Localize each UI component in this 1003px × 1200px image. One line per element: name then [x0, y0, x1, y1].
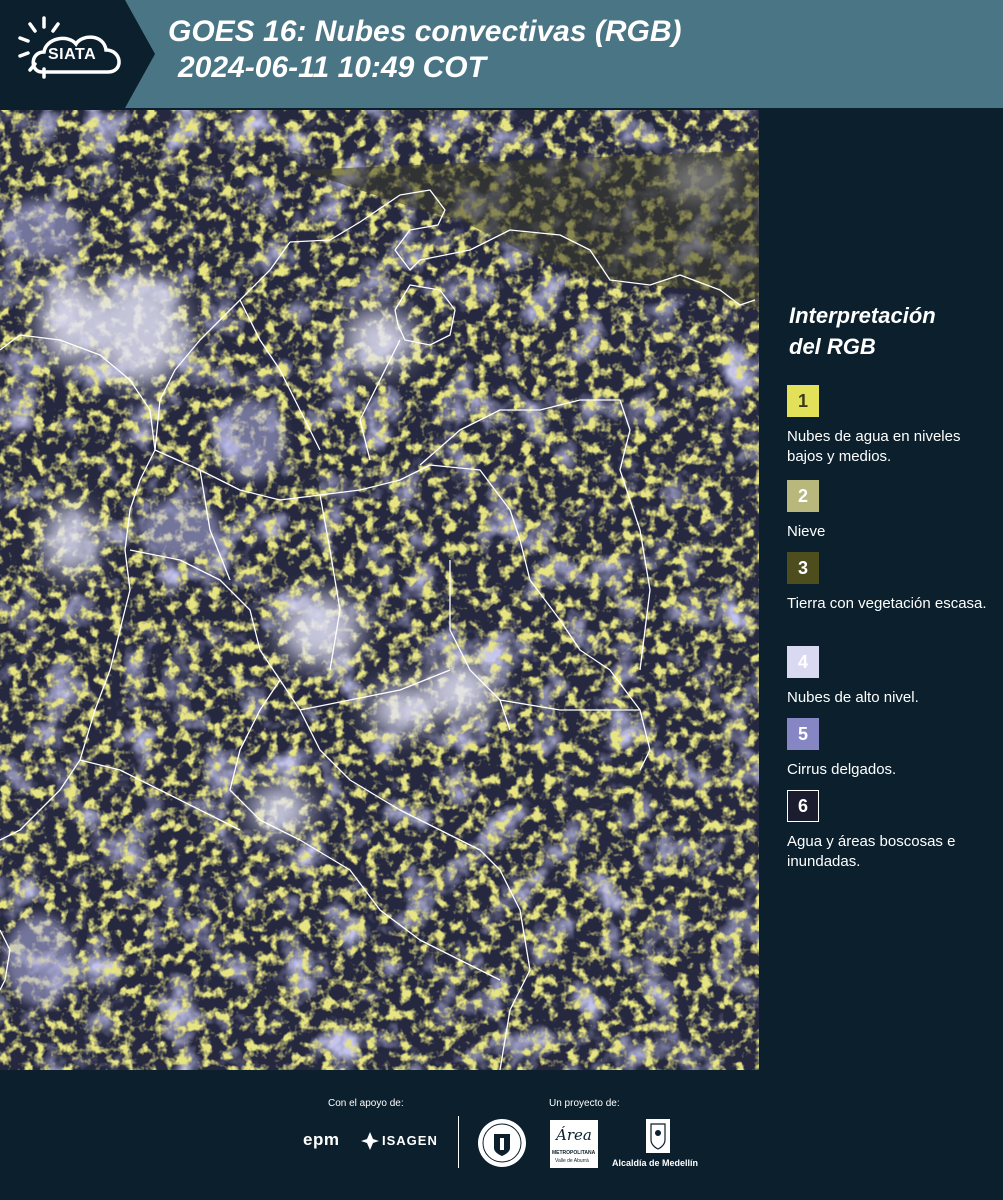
- area-metropolitana-logo: Área METROPOLITANA Valle de Aburrá: [550, 1120, 598, 1168]
- legend-swatch-6: 6: [787, 790, 819, 822]
- legend-panel: Interpretación del RGB 1 Nubes de agua e…: [759, 110, 1003, 1070]
- area-logo-sub1: METROPOLITANA: [552, 1150, 596, 1156]
- legend-swatch-2: 2: [787, 480, 819, 512]
- legend-swatch-3: 3: [787, 552, 819, 584]
- legend-label-4: Nubes de alto nivel.: [787, 689, 919, 706]
- title-timestamp: 2024-06-11 10:49 COT: [178, 51, 486, 84]
- legend-label-1: Nubes de agua en niveles bajos y medios.: [787, 428, 961, 465]
- isagen-icon: [361, 1132, 379, 1150]
- satellite-map[interactable]: [0, 110, 759, 1070]
- isagen-logo: ISAGEN: [382, 1133, 438, 1148]
- legend-item-5: 5 Cirrus delgados.: [787, 718, 987, 780]
- legend-swatch-5: 5: [787, 718, 819, 750]
- footer: Con el apoyo de: Un proyecto de: epm ISA…: [0, 1070, 1003, 1200]
- page-title: GOES 16: Nubes convectivas (RGB) 2024-06…: [168, 14, 682, 86]
- area-logo-sub2: Valle de Aburrá: [555, 1158, 589, 1164]
- legend-title: Interpretación del RGB: [789, 300, 989, 362]
- legend-title-line-2: del RGB: [789, 334, 876, 359]
- epm-logo: epm: [303, 1130, 340, 1149]
- legend-swatch-1: 1: [787, 385, 819, 417]
- satellite-image: [0, 110, 759, 1070]
- legend-item-4: 4 Nubes de alto nivel.: [787, 646, 987, 708]
- legend-label-3: Tierra con vegetación escasa.: [787, 595, 987, 612]
- legend-item-6: 6 Agua y áreas boscosas e inundadas.: [787, 790, 987, 872]
- legend-title-line-1: Interpretación: [789, 303, 936, 328]
- legend-label-6: Agua y áreas boscosas e inundadas.: [787, 833, 956, 870]
- project-label: Un proyecto de:: [549, 1098, 620, 1109]
- siata-logo: SIATA: [0, 0, 155, 108]
- legend-item-1: 1 Nubes de agua en niveles bajos y medio…: [787, 385, 987, 467]
- area-logo-text: Área: [556, 1126, 592, 1144]
- medellin-seal-icon: [478, 1119, 526, 1167]
- header-bar: SIATA GOES 16: Nubes convectivas (RGB) 2…: [0, 0, 1003, 108]
- legend-item-2: 2 Nieve: [787, 480, 987, 542]
- footer-divider: [458, 1116, 459, 1168]
- legend-item-3: 3 Tierra con vegetación escasa.: [787, 552, 987, 614]
- title-line-1: GOES 16: Nubes convectivas (RGB): [168, 15, 682, 48]
- legend-label-2: Nieve: [787, 523, 826, 540]
- alcaldia-logo-text: Alcaldía de Medellín: [612, 1158, 699, 1168]
- legend-swatch-4: 4: [787, 646, 819, 678]
- support-label: Con el apoyo de:: [328, 1098, 404, 1109]
- legend-label-5: Cirrus delgados.: [787, 761, 897, 778]
- siata-logo-text: SIATA: [48, 46, 97, 63]
- alcaldia-shield-icon: [646, 1119, 670, 1153]
